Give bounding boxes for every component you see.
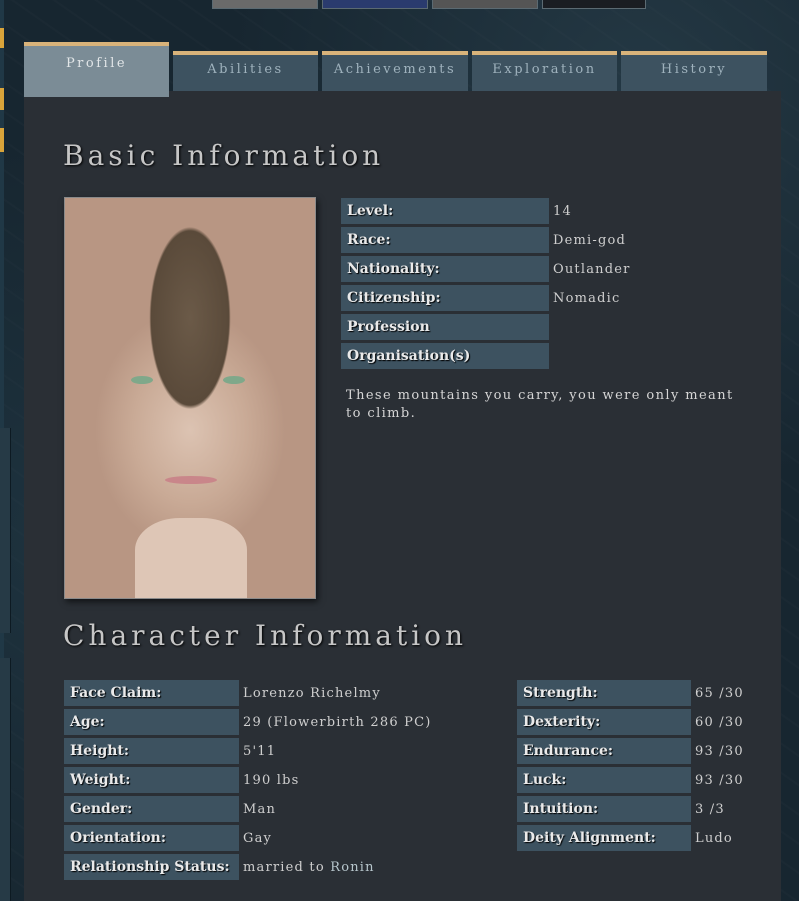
top-thumbnail[interactable] [212,0,318,9]
left-side-widget [0,428,11,633]
orientation-value: Gay [243,830,273,846]
portrait-eye [131,376,153,384]
tab-label: Exploration [492,62,597,77]
basic-info-table: Level: 14 Race: Demi-god Nationality: Outla… [341,195,631,372]
top-thumbnail-strip [212,0,646,10]
endurance-label: Endurance: [517,738,691,764]
luck-value: 93 /30 [695,772,744,788]
weight-label: Weight: [64,767,239,793]
table-row: Relationship Status: married to Ronin [64,854,432,880]
tab-achievements[interactable]: Achievements [322,51,468,92]
relationship-prefix: married to [243,859,331,875]
profession-label: Profession [341,314,549,340]
character-quote: These mountains you carry, you were only… [346,388,734,421]
stats-table: Strength: 65 /30 Dexterity: 60 /30 Enduran… [517,677,744,854]
top-thumbnail[interactable] [542,0,646,9]
top-thumbnail[interactable] [322,0,428,9]
relationship-status-value: married to Ronin [239,854,432,880]
citizenship-label: Citizenship: [341,285,549,311]
partner-link[interactable]: Ronin [330,860,375,875]
citizenship-value: Nomadic [553,290,621,306]
dexterity-value: 60 /30 [695,714,744,730]
level-label: Level: [341,198,549,224]
table-row: Luck: 93 /30 [517,767,744,793]
tab-label: Profile [65,56,128,71]
height-label: Height: [64,738,239,764]
relationship-status-label: Relationship Status: [64,854,239,880]
nationality-value: Outlander [553,261,631,277]
strength-label: Strength: [517,680,691,706]
tab-label: Abilities [207,62,284,77]
deity-alignment-value: Ludo [695,830,733,846]
portrait-eye [223,376,245,384]
table-row: Age: 29 (Flowerbirth 286 PC) [64,709,432,735]
character-information-heading: Character Information [63,619,468,652]
table-row: Gender: Man [64,796,432,822]
face-claim-value: Lorenzo Richelmy [243,685,381,701]
dexterity-label: Dexterity: [517,709,691,735]
left-edge-marker [0,88,4,110]
basic-information-heading: Basic Information [63,139,385,172]
table-row: Level: 14 [341,198,631,224]
table-row: Intuition: 3 /3 [517,796,744,822]
left-side-widget [0,658,11,901]
gender-value: Man [243,801,277,817]
table-row: Face Claim: Lorenzo Richelmy [64,680,432,706]
profile-content-panel: Basic Information Level: 14 Race: Demi-god… [24,91,781,901]
tab-label: Achievements [333,62,457,77]
table-row: Orientation: Gay [64,825,432,851]
table-row: Strength: 65 /30 [517,680,744,706]
character-info-table: Face Claim: Lorenzo Richelmy Age: 29 (Flow… [64,677,432,883]
face-claim-label: Face Claim: [64,680,239,706]
tab-profile[interactable]: Profile [24,42,169,97]
character-portrait [64,197,316,599]
left-edge-marker [0,28,4,48]
table-row: Height: 5'11 [64,738,432,764]
deity-alignment-label: Deity Alignment: [517,825,691,851]
table-row: Endurance: 93 /30 [517,738,744,764]
organisations-value [549,343,631,369]
profile-tab-bar: Profile Abilities Achievements Explorati… [24,42,769,97]
tab-history[interactable]: History [621,51,767,92]
gender-label: Gender: [64,796,239,822]
tab-abilities[interactable]: Abilities [173,51,318,92]
nationality-label: Nationality: [341,256,549,282]
organisations-label: Organisation(s) [341,343,549,369]
top-thumbnail[interactable] [432,0,538,9]
table-row: Citizenship: Nomadic [341,285,631,311]
age-label: Age: [64,709,239,735]
weight-value: 190 lbs [243,772,300,788]
strength-value: 65 /30 [695,685,744,701]
height-value: 5'11 [243,743,277,759]
table-row: Nationality: Outlander [341,256,631,282]
tab-label: History [660,62,728,77]
race-label: Race: [341,227,549,253]
intuition-value: 3 /3 [695,801,725,817]
orientation-label: Orientation: [64,825,239,851]
profession-value [549,314,631,340]
age-value: 29 (Flowerbirth 286 PC) [243,714,432,730]
level-value: 14 [553,203,572,219]
table-row: Deity Alignment: Ludo [517,825,744,851]
table-row: Race: Demi-god [341,227,631,253]
left-edge-marker [0,128,4,152]
portrait-neck [135,518,247,598]
intuition-label: Intuition: [517,796,691,822]
endurance-value: 93 /30 [695,743,744,759]
luck-label: Luck: [517,767,691,793]
table-row: Organisation(s) [341,343,631,369]
table-row: Dexterity: 60 /30 [517,709,744,735]
table-row: Profession [341,314,631,340]
portrait-mouth [165,476,217,484]
tab-exploration[interactable]: Exploration [472,51,617,92]
table-row: Weight: 190 lbs [64,767,432,793]
race-value: Demi-god [553,232,627,248]
